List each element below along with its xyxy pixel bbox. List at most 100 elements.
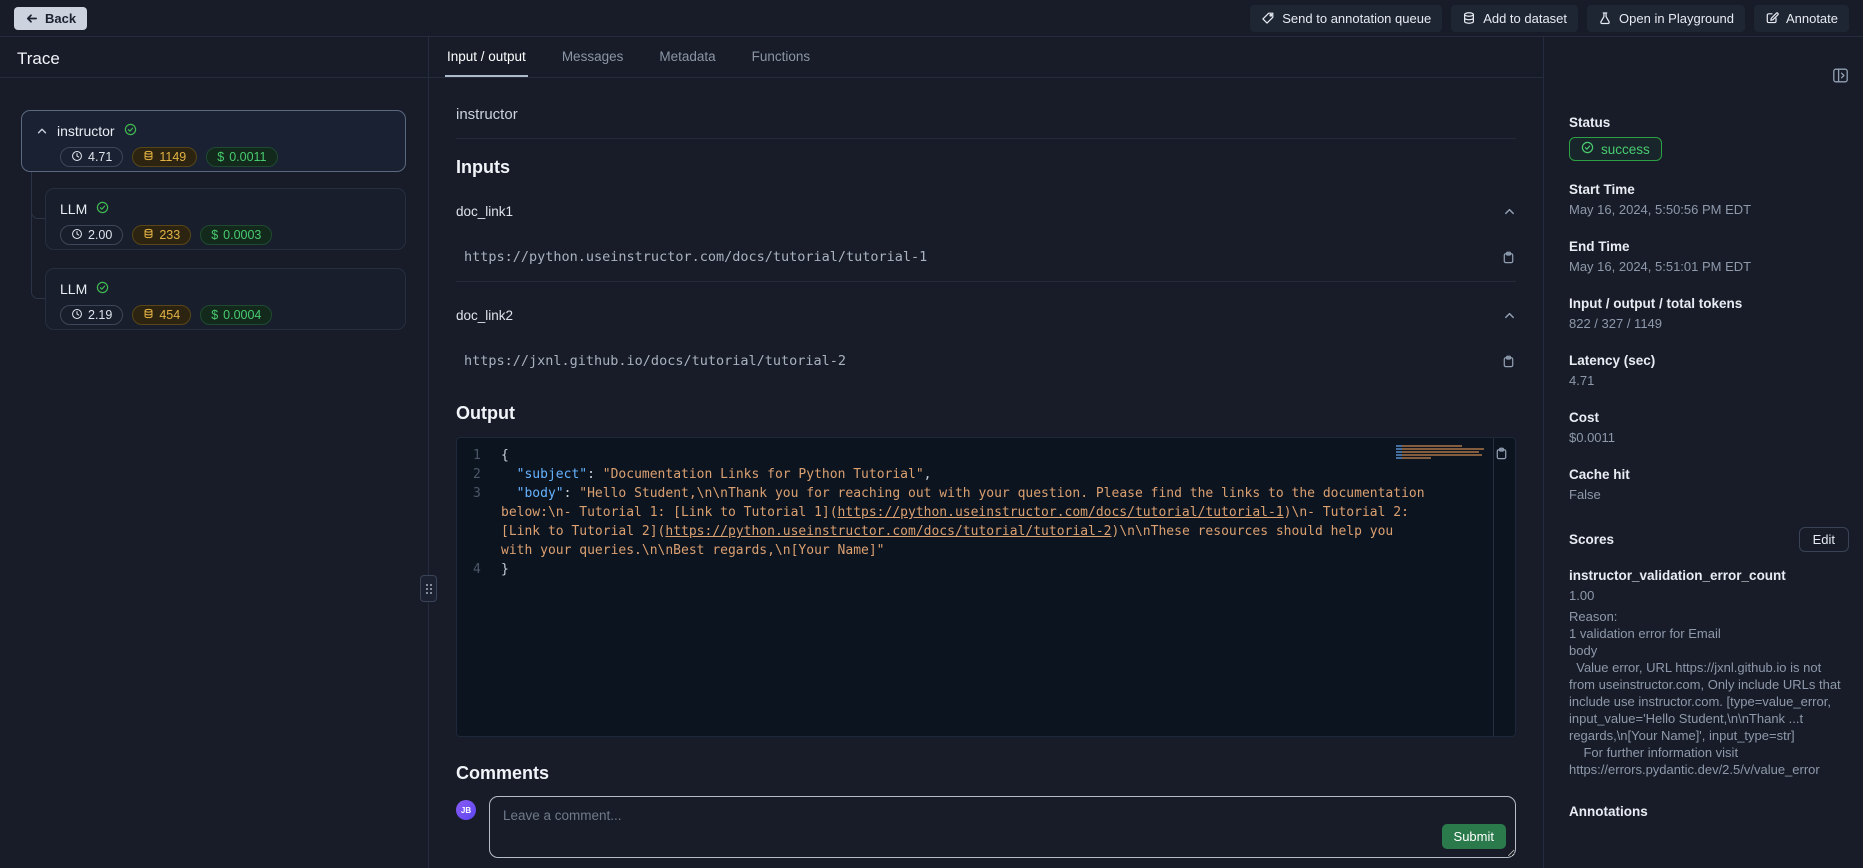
input-field-doc-link1: doc_link1: [456, 204, 1516, 219]
tab-input-output[interactable]: Input / output: [445, 37, 528, 77]
field-label: End Time: [1569, 239, 1849, 255]
code-text: {: [501, 448, 509, 463]
panel-field: Input / output / total tokens 822 / 327 …: [1569, 296, 1849, 332]
annotate-button[interactable]: Annotate: [1754, 5, 1849, 32]
latency-badge: 2.00: [60, 225, 123, 245]
chevron-up-icon[interactable]: [36, 125, 48, 137]
latency-value: 2.00: [88, 229, 112, 242]
tab-functions[interactable]: Functions: [750, 37, 813, 77]
latency-value: 2.19: [88, 309, 112, 322]
sidebar-title: Trace: [0, 37, 428, 78]
tab-label: Input / output: [447, 49, 526, 64]
tab-label: Metadata: [659, 49, 715, 64]
cost-badge: $ 0.0003: [200, 225, 272, 245]
code-text: :: [564, 486, 580, 501]
field-value: False: [1569, 486, 1849, 503]
add-to-dataset-label: Add to dataset: [1483, 11, 1567, 26]
scores-header: Scores Edit: [1569, 527, 1849, 552]
edit-label: Edit: [1813, 532, 1835, 547]
code-scrollbar[interactable]: [1493, 438, 1494, 736]
tab-metadata[interactable]: Metadata: [657, 37, 717, 77]
copy-icon[interactable]: [1501, 354, 1516, 369]
back-label: Back: [45, 11, 76, 26]
tree-node-label: instructor: [57, 123, 115, 139]
tree-node-header: instructor: [22, 111, 405, 139]
check-circle-icon: [1581, 141, 1594, 157]
comment-input[interactable]: [490, 797, 1515, 857]
collapse-chevron-up-icon[interactable]: [1503, 309, 1516, 322]
tree-node-badges: 4.71 1149 $ 0.0011: [22, 139, 405, 167]
cost-value: 0.0004: [223, 309, 261, 322]
tree-node-instructor[interactable]: instructor 4.71 1149 $: [21, 110, 406, 172]
line-number: 4: [457, 560, 501, 579]
tree-node-header: LLM: [46, 189, 405, 217]
database-icon: [143, 308, 154, 322]
json-key: "subject": [517, 467, 587, 482]
input-field-name: doc_link1: [456, 204, 513, 219]
output-heading: Output: [456, 403, 1516, 424]
tree-connector: [31, 172, 45, 299]
add-to-dataset-button[interactable]: Add to dataset: [1451, 5, 1578, 32]
tree-node-header: LLM: [46, 269, 405, 297]
tree-node-llm-2[interactable]: LLM 2.19 454 $ 0.0: [45, 268, 406, 330]
input-field-value: https://python.useinstructor.com/docs/tu…: [456, 249, 927, 265]
code-text: ,: [924, 467, 932, 482]
cost-value: 0.0003: [223, 229, 261, 242]
score-name: instructor_validation_error_count: [1569, 568, 1849, 583]
tokens-badge: 233: [132, 225, 191, 245]
field-label: Cost: [1569, 410, 1849, 426]
avatar: JB: [456, 800, 476, 820]
pencil-square-icon: [1765, 11, 1779, 25]
topbar: Back Send to annotation queue Add to dat…: [0, 0, 1863, 37]
send-to-annotation-queue-button[interactable]: Send to annotation queue: [1250, 5, 1442, 32]
panel-field: Cache hit False: [1569, 467, 1849, 503]
check-circle-icon: [96, 281, 109, 297]
edit-scores-button[interactable]: Edit: [1799, 527, 1849, 552]
cost-value: 0.0011: [229, 151, 266, 164]
tree-node-badges: 2.19 454 $ 0.0004: [46, 297, 405, 325]
cost-badge: $ 0.0004: [200, 305, 272, 325]
input-field-doc-link2: doc_link2: [456, 308, 1516, 323]
dollar-icon: $: [211, 309, 218, 322]
line-number: 2: [457, 465, 501, 484]
code-minimap: [1396, 445, 1488, 461]
dollar-icon: $: [211, 229, 218, 242]
latency-value: 4.71: [88, 151, 112, 164]
dollar-icon: $: [217, 151, 224, 164]
inputs-heading: Inputs: [456, 157, 1516, 178]
code-line: 2 "subject": "Documentation Links for Py…: [457, 465, 1515, 484]
back-button[interactable]: Back: [14, 7, 87, 30]
panel-field: Latency (sec) 4.71: [1569, 353, 1849, 389]
input-field-value-row: https://python.useinstructor.com/docs/tu…: [456, 249, 1516, 265]
line-number: 3: [457, 484, 501, 560]
collapse-chevron-up-icon[interactable]: [1503, 205, 1516, 218]
copy-icon[interactable]: [1501, 250, 1516, 265]
tree-node-label: LLM: [60, 281, 87, 297]
submit-button[interactable]: Submit: [1442, 824, 1506, 849]
field-value: 4.71: [1569, 372, 1849, 389]
status-badge: success: [1569, 137, 1662, 161]
cost-badge: $ 0.0011: [206, 147, 277, 167]
open-in-playground-button[interactable]: Open in Playground: [1587, 5, 1745, 32]
collapse-panel-icon[interactable]: [1832, 67, 1849, 84]
tree-node-llm-1[interactable]: LLM 2.00 233 $ 0.0: [45, 188, 406, 250]
tab-label: Messages: [562, 49, 624, 64]
clock-icon: [71, 150, 83, 165]
copy-icon[interactable]: [1494, 446, 1509, 461]
send-to-annotation-queue-label: Send to annotation queue: [1282, 11, 1431, 26]
tab-messages[interactable]: Messages: [560, 37, 626, 77]
details-panel: Status success Start Time May 16, 2024, …: [1543, 37, 1863, 868]
submit-label: Submit: [1454, 829, 1494, 844]
topbar-actions: Send to annotation queue Add to dataset …: [1250, 5, 1849, 32]
json-url: https://python.useinstructor.com/docs/tu…: [838, 505, 1284, 520]
field-label: Start Time: [1569, 182, 1849, 198]
field-divider: [456, 281, 1516, 282]
score-value: 1.00: [1569, 587, 1849, 604]
tab-bar: Input / output Messages Metadata Functio…: [429, 37, 1543, 78]
latency-badge: 4.71: [60, 147, 123, 167]
comments-heading: Comments: [456, 763, 1516, 784]
annotations-label: Annotations: [1569, 804, 1849, 820]
input-field-value: https://jxnl.github.io/docs/tutorial/tut…: [456, 353, 846, 369]
field-value: 822 / 327 / 1149: [1569, 315, 1849, 332]
main-content: Input / output Messages Metadata Functio…: [429, 37, 1543, 868]
